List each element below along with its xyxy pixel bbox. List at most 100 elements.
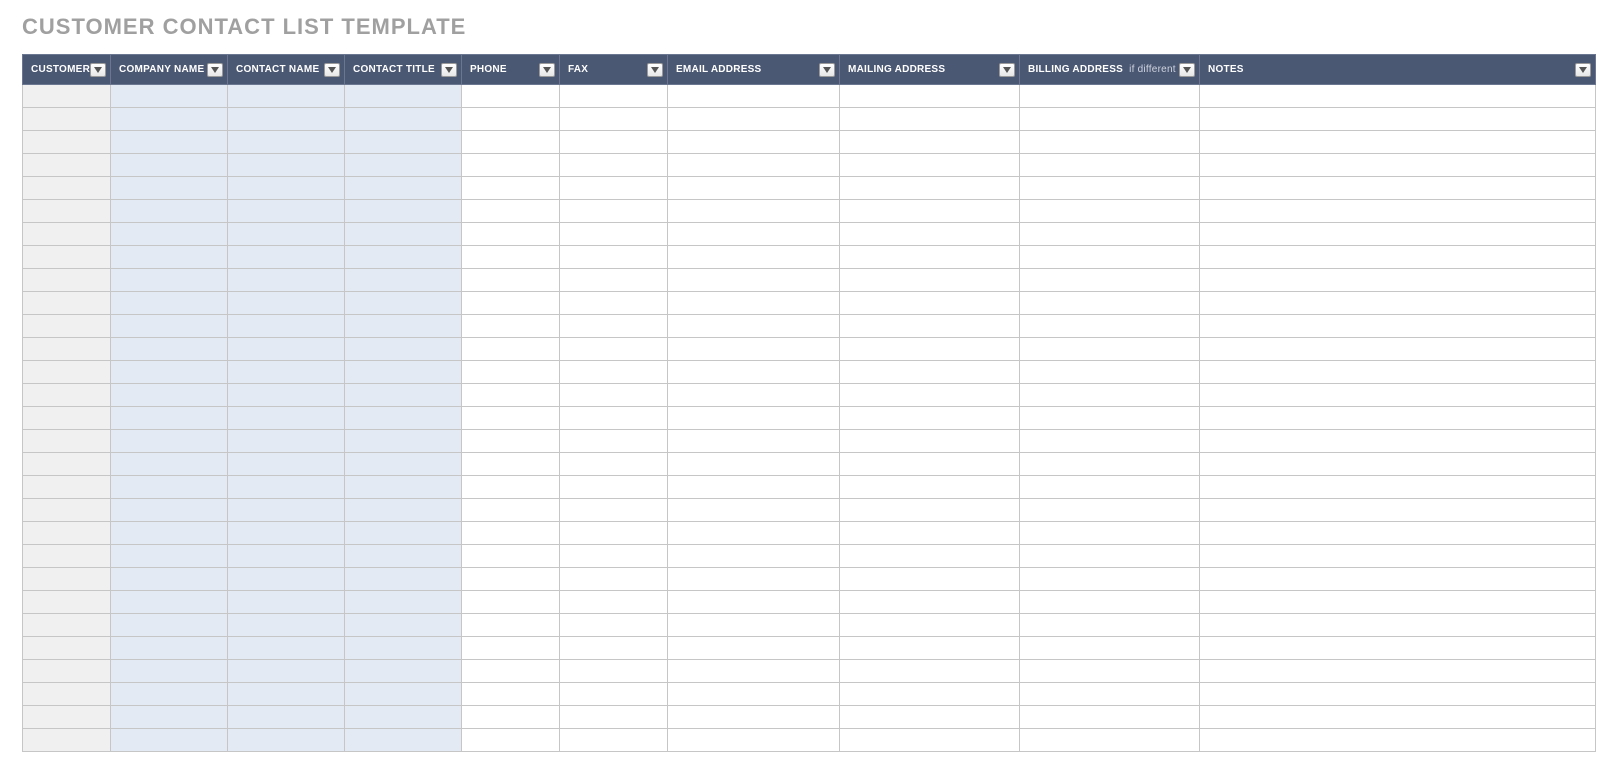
- cell[interactable]: [1200, 246, 1596, 269]
- cell[interactable]: [111, 223, 228, 246]
- cell[interactable]: [462, 453, 560, 476]
- cell[interactable]: [1020, 453, 1200, 476]
- cell[interactable]: [23, 614, 111, 637]
- cell[interactable]: [23, 591, 111, 614]
- cell[interactable]: [228, 729, 345, 752]
- cell[interactable]: [23, 108, 111, 131]
- cell[interactable]: [111, 338, 228, 361]
- cell[interactable]: [1020, 154, 1200, 177]
- cell[interactable]: [668, 453, 840, 476]
- cell[interactable]: [228, 568, 345, 591]
- cell[interactable]: [462, 407, 560, 430]
- cell[interactable]: [462, 269, 560, 292]
- cell[interactable]: [668, 108, 840, 131]
- cell[interactable]: [23, 223, 111, 246]
- cell[interactable]: [840, 246, 1020, 269]
- cell[interactable]: [1200, 292, 1596, 315]
- cell[interactable]: [228, 660, 345, 683]
- cell[interactable]: [668, 131, 840, 154]
- cell[interactable]: [462, 499, 560, 522]
- col-header-fax[interactable]: FAX: [560, 55, 668, 85]
- cell[interactable]: [560, 545, 668, 568]
- cell[interactable]: [840, 338, 1020, 361]
- cell[interactable]: [228, 430, 345, 453]
- cell[interactable]: [840, 591, 1020, 614]
- cell[interactable]: [668, 430, 840, 453]
- cell[interactable]: [23, 706, 111, 729]
- cell[interactable]: [345, 154, 462, 177]
- cell[interactable]: [1200, 384, 1596, 407]
- cell[interactable]: [668, 177, 840, 200]
- cell[interactable]: [560, 614, 668, 637]
- cell[interactable]: [1200, 200, 1596, 223]
- cell[interactable]: [23, 568, 111, 591]
- cell[interactable]: [1020, 338, 1200, 361]
- cell[interactable]: [668, 292, 840, 315]
- cell[interactable]: [345, 292, 462, 315]
- cell[interactable]: [560, 591, 668, 614]
- cell[interactable]: [840, 361, 1020, 384]
- filter-dropdown-button[interactable]: [324, 63, 340, 77]
- cell[interactable]: [560, 706, 668, 729]
- cell[interactable]: [1200, 522, 1596, 545]
- cell[interactable]: [228, 591, 345, 614]
- cell[interactable]: [23, 246, 111, 269]
- cell[interactable]: [228, 292, 345, 315]
- cell[interactable]: [111, 407, 228, 430]
- cell[interactable]: [668, 545, 840, 568]
- cell[interactable]: [228, 614, 345, 637]
- cell[interactable]: [668, 338, 840, 361]
- cell[interactable]: [23, 637, 111, 660]
- cell[interactable]: [560, 131, 668, 154]
- col-header-phone[interactable]: PHONE: [462, 55, 560, 85]
- cell[interactable]: [23, 361, 111, 384]
- cell[interactable]: [668, 637, 840, 660]
- cell[interactable]: [840, 683, 1020, 706]
- cell[interactable]: [1200, 591, 1596, 614]
- cell[interactable]: [228, 85, 345, 108]
- cell[interactable]: [462, 637, 560, 660]
- cell[interactable]: [1200, 108, 1596, 131]
- filter-dropdown-button[interactable]: [819, 63, 835, 77]
- cell[interactable]: [345, 361, 462, 384]
- cell[interactable]: [345, 108, 462, 131]
- cell[interactable]: [111, 315, 228, 338]
- cell[interactable]: [23, 177, 111, 200]
- cell[interactable]: [1020, 269, 1200, 292]
- cell[interactable]: [560, 177, 668, 200]
- cell[interactable]: [840, 522, 1020, 545]
- cell[interactable]: [228, 269, 345, 292]
- cell[interactable]: [1200, 338, 1596, 361]
- cell[interactable]: [1020, 407, 1200, 430]
- cell[interactable]: [345, 683, 462, 706]
- cell[interactable]: [840, 85, 1020, 108]
- cell[interactable]: [462, 246, 560, 269]
- cell[interactable]: [1020, 131, 1200, 154]
- cell[interactable]: [668, 384, 840, 407]
- cell[interactable]: [668, 476, 840, 499]
- cell[interactable]: [668, 85, 840, 108]
- cell[interactable]: [1200, 85, 1596, 108]
- filter-dropdown-button[interactable]: [207, 63, 223, 77]
- cell[interactable]: [1020, 246, 1200, 269]
- cell[interactable]: [345, 246, 462, 269]
- cell[interactable]: [1200, 499, 1596, 522]
- cell[interactable]: [345, 200, 462, 223]
- cell[interactable]: [840, 568, 1020, 591]
- cell[interactable]: [1200, 660, 1596, 683]
- cell[interactable]: [1020, 614, 1200, 637]
- col-header-notes[interactable]: NOTES: [1200, 55, 1596, 85]
- cell[interactable]: [1200, 269, 1596, 292]
- cell[interactable]: [668, 223, 840, 246]
- cell[interactable]: [560, 269, 668, 292]
- cell[interactable]: [345, 522, 462, 545]
- cell[interactable]: [345, 85, 462, 108]
- cell[interactable]: [1020, 476, 1200, 499]
- cell[interactable]: [1020, 499, 1200, 522]
- cell[interactable]: [345, 545, 462, 568]
- cell[interactable]: [462, 361, 560, 384]
- cell[interactable]: [560, 568, 668, 591]
- cell[interactable]: [23, 200, 111, 223]
- cell[interactable]: [840, 223, 1020, 246]
- cell[interactable]: [111, 637, 228, 660]
